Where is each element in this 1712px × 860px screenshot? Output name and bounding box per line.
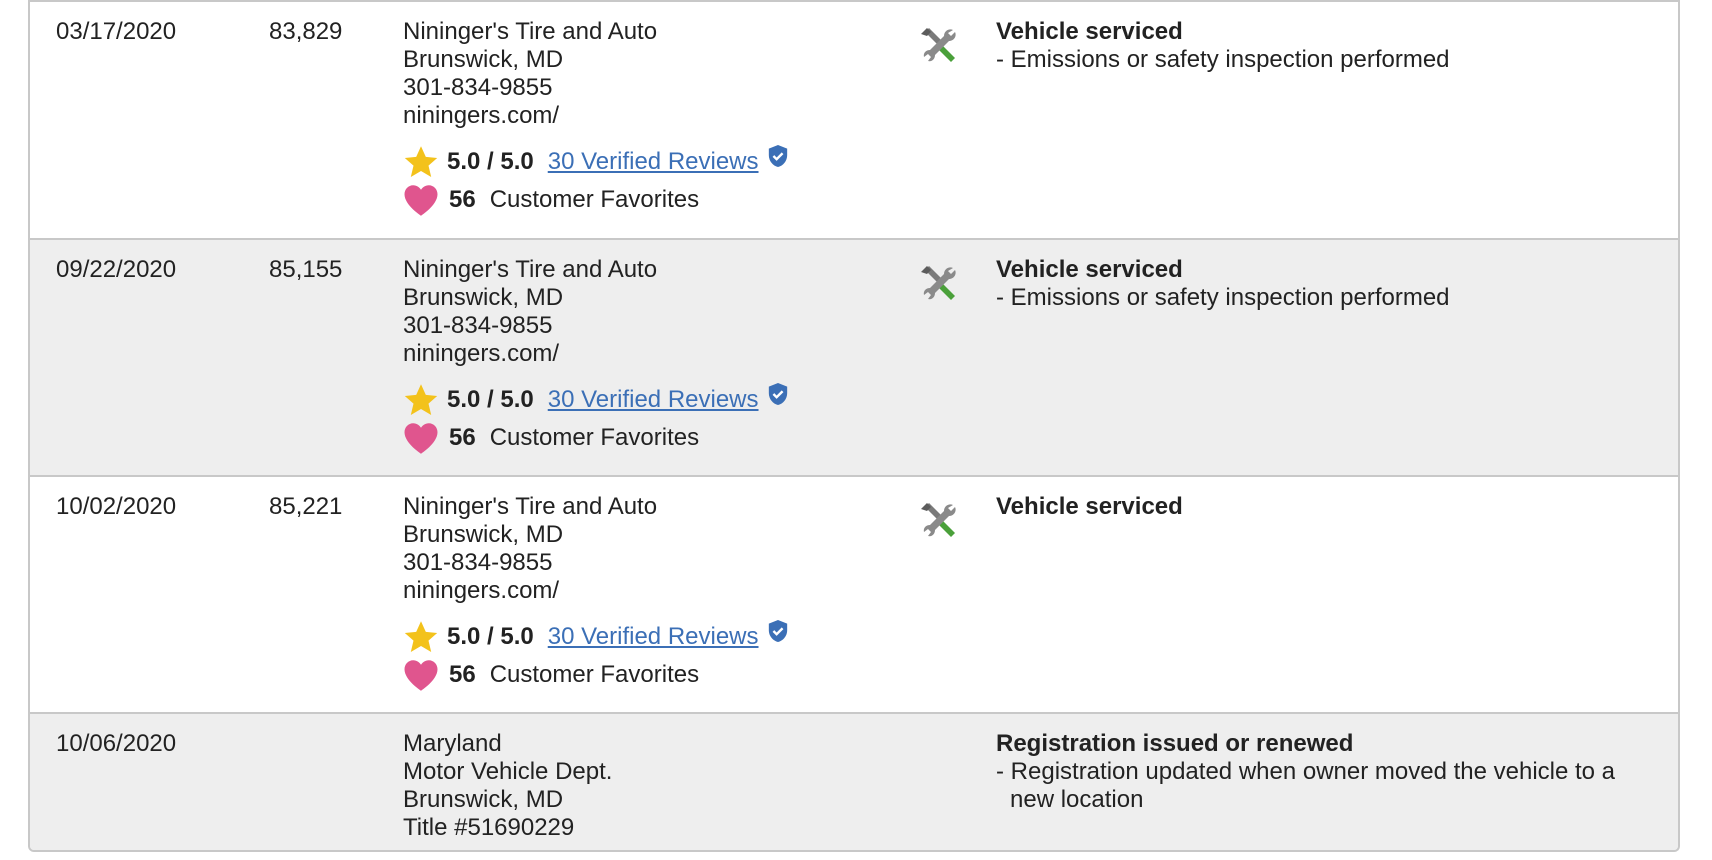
record-date: 10/02/2020	[56, 493, 177, 520]
heart-icon	[404, 660, 438, 691]
rating-score: 5.0 / 5.0	[447, 386, 534, 413]
source-phone: 301-834-9855	[403, 312, 553, 339]
rating-score: 5.0 / 5.0	[447, 148, 534, 175]
details-title: Registration issued or renewed	[996, 730, 1354, 757]
verified-reviews-link[interactable]: 30 Verified Reviews	[548, 623, 759, 651]
details-title: Vehicle serviced	[996, 18, 1183, 45]
record-details: Vehicle serviced - Emissions or safety i…	[996, 256, 1636, 312]
source-phone: 301-834-9855	[403, 549, 553, 576]
verified-shield-icon	[768, 383, 787, 405]
star-icon	[404, 384, 438, 415]
source-title-number: Title #51690229	[403, 814, 575, 841]
verified-reviews-link[interactable]: 30 Verified Reviews	[548, 148, 759, 176]
vehicle-history-table: 03/17/2020 83,829 Nininger's Tire and Au…	[28, 0, 1680, 852]
table-row: 03/17/2020 83,829 Nininger's Tire and Au…	[30, 0, 1678, 240]
record-source: Nininger's Tire and Auto Brunswick, MD 3…	[403, 256, 903, 456]
details-title: Vehicle serviced	[996, 493, 1183, 520]
verified-shield-icon	[768, 145, 787, 167]
detail-item: - Emissions or safety inspection perform…	[996, 46, 1450, 73]
record-mileage: 85,221	[269, 493, 343, 520]
source-website[interactable]: niningers.com/	[403, 102, 903, 130]
table-row: 10/02/2020 85,221 Nininger's Tire and Au…	[30, 477, 1678, 714]
wrench-screwdriver-icon	[921, 503, 956, 537]
source-department: Motor Vehicle Dept.	[403, 758, 613, 785]
rating-score: 5.0 / 5.0	[447, 623, 534, 650]
rating: 5.0 / 5.0 30 Verified Reviews	[403, 144, 903, 180]
favorites-label: Customer Favorites	[489, 424, 700, 451]
source-location: Brunswick, MD	[403, 284, 564, 311]
source-location: Brunswick, MD	[403, 786, 564, 813]
wrench-screwdriver-icon	[921, 28, 956, 62]
favorites-count: 56	[449, 661, 476, 688]
source-location: Brunswick, MD	[403, 46, 564, 73]
source-location: Brunswick, MD	[403, 521, 564, 548]
source-name: Maryland	[403, 730, 502, 757]
customer-favorites: 56 Customer Favorites	[403, 182, 903, 218]
star-icon	[404, 621, 438, 652]
verified-shield-icon	[768, 620, 787, 642]
source-name: Nininger's Tire and Auto	[403, 256, 658, 283]
record-source: Nininger's Tire and Auto Brunswick, MD 3…	[403, 493, 903, 693]
heart-icon	[404, 185, 438, 216]
record-date: 03/17/2020	[56, 18, 177, 45]
favorites-label: Customer Favorites	[489, 661, 700, 688]
favorites-label: Customer Favorites	[489, 186, 700, 213]
source-website[interactable]: niningers.com/	[403, 577, 903, 605]
record-details: Registration issued or renewed - Registr…	[996, 730, 1636, 814]
record-mileage: 85,155	[269, 256, 343, 283]
source-name: Nininger's Tire and Auto	[403, 18, 658, 45]
favorites-count: 56	[449, 424, 476, 451]
record-source: Nininger's Tire and Auto Brunswick, MD 3…	[403, 18, 903, 218]
heart-icon	[404, 423, 438, 454]
table-row: 09/22/2020 85,155 Nininger's Tire and Au…	[30, 240, 1678, 477]
source-phone: 301-834-9855	[403, 74, 553, 101]
record-details: Vehicle serviced - Emissions or safety i…	[996, 18, 1636, 74]
source-website[interactable]: niningers.com/	[403, 340, 903, 368]
rating: 5.0 / 5.0 30 Verified Reviews	[403, 619, 903, 655]
record-details: Vehicle serviced	[996, 493, 1636, 521]
star-icon	[404, 146, 438, 177]
customer-favorites: 56 Customer Favorites	[403, 420, 903, 456]
customer-favorites: 56 Customer Favorites	[403, 657, 903, 693]
record-source: Maryland Motor Vehicle Dept. Brunswick, …	[403, 730, 903, 842]
source-name: Nininger's Tire and Auto	[403, 493, 658, 520]
record-mileage: 83,829	[269, 18, 343, 45]
favorites-count: 56	[449, 186, 476, 213]
verified-reviews-link[interactable]: 30 Verified Reviews	[548, 386, 759, 414]
record-date: 09/22/2020	[56, 256, 177, 283]
detail-item: - Emissions or safety inspection perform…	[996, 284, 1450, 311]
rating: 5.0 / 5.0 30 Verified Reviews	[403, 382, 903, 418]
wrench-screwdriver-icon	[921, 266, 956, 300]
table-row: 10/06/2020 Maryland Motor Vehicle Dept. …	[30, 714, 1678, 850]
detail-item: - Registration updated when owner moved …	[996, 758, 1616, 813]
record-date: 10/06/2020	[56, 730, 177, 757]
details-title: Vehicle serviced	[996, 256, 1183, 283]
